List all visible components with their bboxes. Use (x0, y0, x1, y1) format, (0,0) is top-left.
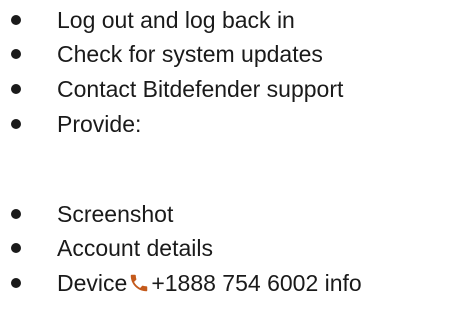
phone-number: +1888 754 6002 info (151, 270, 362, 296)
bullet-dot (11, 209, 21, 219)
list-item-text: Screenshot (57, 201, 174, 227)
bullet-dot (11, 119, 21, 129)
bullet-dot (11, 243, 21, 253)
list-item-text: Account details (57, 235, 213, 261)
bullet-dot (11, 84, 21, 94)
bullet-dot (11, 278, 21, 288)
list-item-text: Check for system updates (57, 41, 323, 67)
list-item-text: Device +1888 754 6002 info (57, 267, 362, 299)
bullet-dot (11, 49, 21, 59)
list-item-text: Provide: (57, 111, 142, 137)
bullet-dot (11, 15, 21, 25)
device-label: Device (57, 270, 128, 296)
phone-icon (128, 272, 150, 294)
list-item-text: Contact Bitdefender support (57, 76, 344, 102)
list-item-text: Log out and log back in (57, 7, 295, 33)
